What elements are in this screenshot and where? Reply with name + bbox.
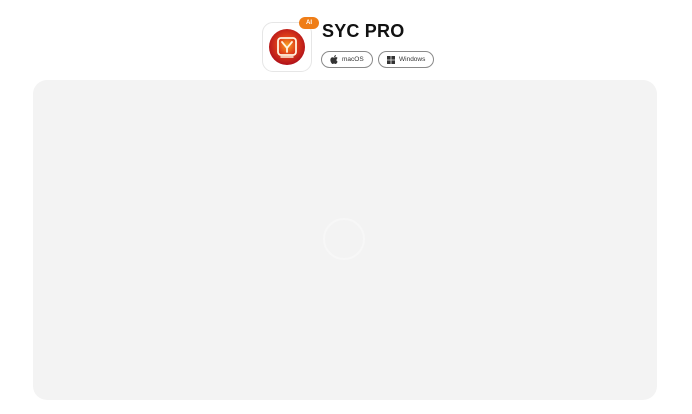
windows-icon [387, 55, 395, 64]
ai-badge: AI [299, 17, 319, 29]
product-page: AI SYC PRO macOS Windows [0, 0, 692, 414]
syc-logo-icon [269, 29, 305, 65]
product-header: AI SYC PRO macOS Windows [262, 16, 462, 72]
macos-label: macOS [342, 56, 364, 63]
app-title: SYC PRO [322, 21, 405, 41]
macos-button[interactable]: macOS [321, 51, 373, 68]
app-icon [262, 22, 312, 72]
windows-label: Windows [399, 56, 426, 63]
platform-buttons: macOS Windows [321, 51, 434, 68]
windows-button[interactable]: Windows [378, 51, 434, 68]
apple-icon [330, 55, 338, 64]
loading-spinner [323, 218, 365, 260]
preview-panel [33, 80, 657, 400]
